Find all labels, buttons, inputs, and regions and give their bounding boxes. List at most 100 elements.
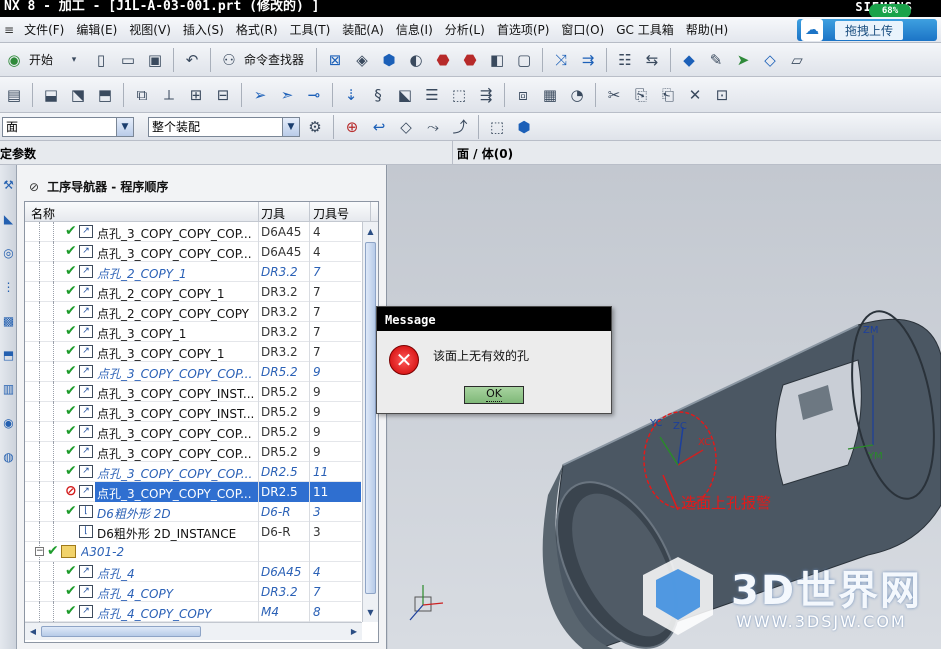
scroll-left-icon[interactable]: ◀ (26, 624, 40, 639)
face-rule-icon[interactable]: ◇ (394, 115, 418, 139)
plane-icon[interactable]: ▱ (785, 48, 809, 72)
part-icon[interactable]: ⬣ (431, 48, 455, 72)
select-pointer-icon[interactable]: ➢ (248, 83, 272, 107)
assembly-scope-select[interactable]: 整个装配 ▼ (148, 116, 300, 137)
csys-icon[interactable]: ⤨ (549, 48, 573, 72)
clock-icon[interactable]: ◔ (565, 83, 589, 107)
scroll-down-icon[interactable]: ▼ (363, 605, 378, 620)
scroll-right-icon[interactable]: ▶ (347, 624, 361, 639)
reuse-library-icon[interactable]: ⬒ (1, 341, 16, 369)
column-tool[interactable]: 刀具 (261, 205, 285, 222)
create-tool-icon[interactable]: ⬓ (39, 83, 63, 107)
open-folder-icon[interactable]: ▭ (116, 48, 140, 72)
tree-row[interactable]: ⊘ ↗ 点孔_3_COPY_COPY_COP... DR2.5 11 (25, 482, 361, 502)
section-icon[interactable]: ◧ (485, 48, 509, 72)
tree-row[interactable]: ⌊ D6粗外形 2D_INSTANCE D6-R 3 (25, 522, 361, 542)
copy-icon[interactable]: ⎘ (629, 83, 653, 107)
upload-button[interactable]: ☁ 拖拽上传 (797, 19, 937, 41)
create-program-icon[interactable]: ▤ (2, 83, 26, 107)
menu-format[interactable]: 格式(R) (230, 21, 284, 38)
web-browser-icon[interactable]: ◉ (1, 409, 16, 437)
body-rule-icon[interactable]: ⤴ (448, 115, 472, 139)
menu-view[interactable]: 视图(V) (123, 21, 177, 38)
generate-path-icon[interactable]: ⇣ (339, 83, 363, 107)
postprocess-icon[interactable]: ⇶ (474, 83, 498, 107)
tree-row[interactable]: ✔ ↗ 点孔_4 D6A45 4 (25, 562, 361, 582)
vertical-scrollbar[interactable]: ▲ ▼ (362, 222, 378, 622)
tree-row[interactable]: ✔ ↗ 点孔_3_COPY_COPY_INST... DR5.2 9 (25, 382, 361, 402)
horizontal-scrollbar[interactable]: ◀ ▶ (25, 622, 362, 640)
menu-assembly[interactable]: 装配(A) (336, 21, 390, 38)
select-filter-icon[interactable]: ➣ (275, 83, 299, 107)
create-geometry-icon[interactable]: ⬔ (66, 83, 90, 107)
ok-button[interactable]: OK (464, 386, 524, 404)
menu-help[interactable]: 帮助(H) (680, 21, 734, 38)
properties-icon[interactable]: ⊡ (710, 83, 734, 107)
collapse-icon[interactable]: − (35, 547, 44, 556)
menu-info[interactable]: 信息(I) (390, 21, 439, 38)
curve-rule-icon[interactable]: ↩ (367, 115, 391, 139)
tree-row[interactable]: ✔ ↗ 点孔_3_COPY_COPY_COP... DR5.2 9 (25, 442, 361, 462)
tree-row[interactable]: ✔ ↗ 点孔_4_COPY_COPY M4 8 (25, 602, 361, 622)
paste-icon[interactable]: ⎗ (656, 83, 680, 107)
menu-window[interactable]: 窗口(O) (555, 21, 610, 38)
binoculars-icon[interactable]: ⚇ (217, 48, 241, 72)
shaded-cube-icon[interactable]: ⬢ (377, 48, 401, 72)
arrow-select-icon[interactable]: ➤ (731, 48, 755, 72)
tree-row[interactable]: ✔ ↗ 点孔_3_COPY_COPY_COP... D6A45 4 (25, 222, 361, 242)
wrench-icon[interactable]: ✎ (704, 48, 728, 72)
menu-preferences[interactable]: 首选项(P) (491, 21, 556, 38)
column-name[interactable]: 名称 (31, 205, 55, 222)
tree-row[interactable]: ✔ ↗ 点孔_2_COPY_1 DR3.2 7 (25, 262, 361, 282)
start-button[interactable]: 开始 (29, 51, 53, 68)
machine-tool-icon[interactable]: ▩ (1, 307, 16, 335)
delete-icon[interactable]: ✕ (683, 83, 707, 107)
layer-icon[interactable]: ⇆ (640, 48, 664, 72)
assembly-navigator-icon[interactable]: ⚒ (1, 171, 16, 199)
list-path-icon[interactable]: ☰ (420, 83, 444, 107)
program-view-icon[interactable]: ⧉ (130, 83, 154, 107)
snap-icon[interactable]: ◆ (677, 48, 701, 72)
start-icon[interactable]: ◉ (2, 48, 26, 72)
menu-analysis[interactable]: 分析(L) (439, 21, 491, 38)
scroll-up-icon[interactable]: ▲ (363, 224, 378, 239)
rectangle-select-icon[interactable]: ⬚ (485, 115, 509, 139)
tree-row[interactable]: ✔ ↗ 点孔_3_COPY_COPY_COP... DR5.2 9 (25, 422, 361, 442)
tree-group-row[interactable]: − ✔ A301-2 (25, 542, 361, 562)
menu-tools[interactable]: 工具(T) (284, 21, 337, 38)
column-tool-number[interactable]: 刀具号 (313, 205, 349, 222)
tree-row[interactable]: ✔ ↗ 点孔_3_COPY_COPY_COP... DR5.2 9 (25, 362, 361, 382)
menu-overflow-icon[interactable]: ≡ (0, 23, 18, 37)
command-finder-button[interactable]: 命令查找器 (244, 51, 304, 68)
shop-doc-icon[interactable]: ⧈ (511, 83, 535, 107)
simulate-icon[interactable]: ⬚ (447, 83, 471, 107)
scroll-thumb[interactable] (41, 626, 201, 637)
tool-view-icon[interactable]: ⟂ (157, 83, 181, 107)
operation-navigator-icon[interactable]: ⋮ (1, 273, 16, 301)
view-orient-icon[interactable]: ◈ (350, 48, 374, 72)
part-multi-icon[interactable]: ⬣ (458, 48, 482, 72)
feature-rule-icon[interactable]: ⤳ (421, 115, 445, 139)
tree-row[interactable]: ✔ ↗ 点孔_3_COPY_COPY_INST... DR5.2 9 (25, 402, 361, 422)
tree-row[interactable]: ✔ ↗ 点孔_3_COPY_1 DR3.2 7 (25, 322, 361, 342)
tree-row[interactable]: ✔ ↗ 点孔_2_COPY_COPY_COPY DR3.2 7 (25, 302, 361, 322)
snap-point-icon[interactable]: ⊕ (340, 115, 364, 139)
tree-row[interactable]: ✔ ⌊ D6粗外形 2D D6-R 3 (25, 502, 361, 522)
menu-gc-toolbox[interactable]: GC 工具箱 (610, 21, 680, 38)
menu-edit[interactable]: 编辑(E) (70, 21, 123, 38)
save-icon[interactable]: ▣ (143, 48, 167, 72)
tree-row[interactable]: ✔ ↗ 点孔_4_COPY DR3.2 7 (25, 582, 361, 602)
menu-insert[interactable]: 插入(S) (177, 21, 230, 38)
fit-view-icon[interactable]: ⊠ (323, 48, 347, 72)
new-file-icon[interactable]: ▯ (89, 48, 113, 72)
geometry-view-icon[interactable]: ⊞ (184, 83, 208, 107)
table-icon[interactable]: ☷ (613, 48, 637, 72)
pin-icon[interactable]: ⊘ (29, 180, 39, 194)
history-icon[interactable]: ▥ (1, 375, 16, 403)
verify-path-icon[interactable]: ⬕ (393, 83, 417, 107)
tree-row[interactable]: ✔ ↗ 点孔_2_COPY_COPY_1 DR3.2 7 (25, 282, 361, 302)
solid-cube-icon[interactable]: ⬢ (512, 115, 536, 139)
menu-file[interactable]: 文件(F) (18, 21, 70, 38)
palette-icon[interactable]: ◍ (1, 443, 16, 471)
scroll-thumb[interactable] (365, 242, 376, 594)
